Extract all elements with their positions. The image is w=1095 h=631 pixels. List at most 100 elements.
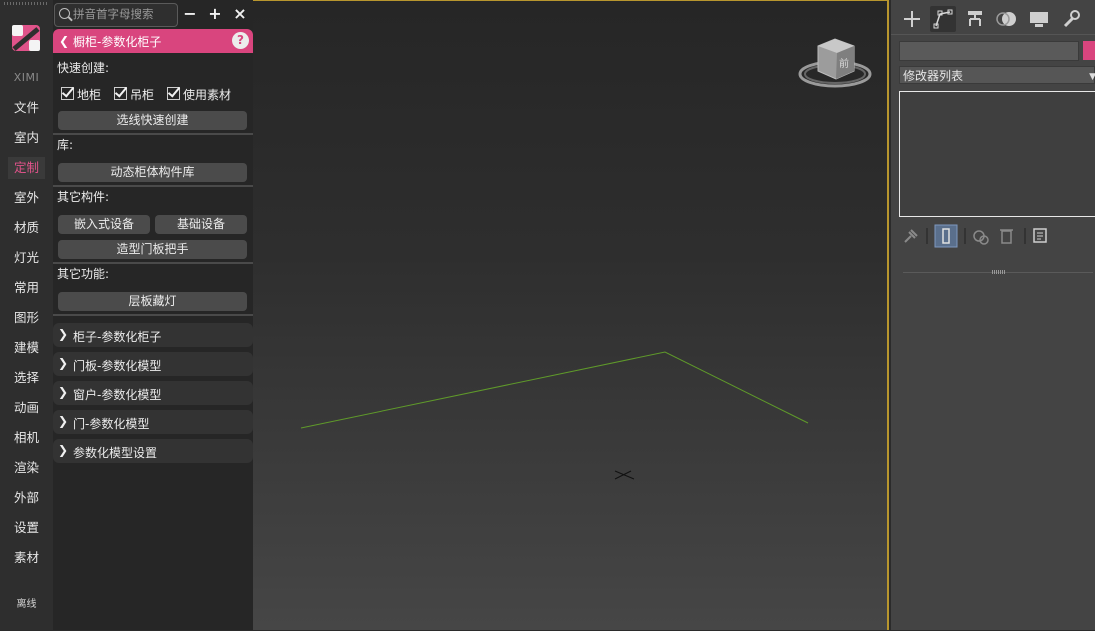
viewcube-icon[interactable]: 前 [798, 38, 872, 88]
viewport-canvas: 前 [300, 38, 872, 480]
search-row: − + × [53, 3, 253, 27]
utilities-wrench-icon[interactable] [1058, 6, 1084, 32]
nav-item[interactable]: 外部 [0, 487, 53, 517]
show-end-result-icon[interactable] [934, 224, 958, 248]
make-unique-icon[interactable] [973, 230, 989, 245]
embedded-device-button[interactable]: 嵌入式设备 [58, 215, 150, 234]
nav-item-label: 材质 [13, 220, 39, 235]
nav-item-label: 图形 [13, 310, 39, 325]
3d-viewport[interactable]: 前 [253, 0, 889, 630]
chevron-down-icon: ❮ [59, 34, 70, 48]
divider [53, 185, 253, 187]
close-panel-button[interactable]: × [230, 3, 250, 25]
nav-item[interactable]: 设置 [0, 517, 53, 547]
nav-item-label: 设置 [13, 520, 39, 535]
configure-sets-icon[interactable] [1033, 228, 1047, 243]
brand-label: XIMI [13, 71, 40, 84]
other-funcs-label: 其它功能: [57, 267, 110, 281]
nav-item-label: 文件 [13, 100, 39, 115]
spline-line [300, 351, 809, 429]
nav-item[interactable]: 相机 [0, 427, 53, 457]
nav-item[interactable]: 文件 [0, 97, 53, 127]
divider [53, 314, 253, 316]
checkbox-wall-cabinet[interactable]: 吊柜 [114, 86, 154, 104]
quick-create-button[interactable]: 选线快速创建 [58, 111, 247, 130]
modifier-list-dropdown[interactable]: 修改器列表 ▼ [899, 66, 1095, 84]
modifier-list-label: 修改器列表 [903, 69, 964, 83]
search-box[interactable] [54, 3, 178, 27]
object-name-field[interactable] [899, 41, 1079, 61]
pivot-marker-icon [614, 470, 635, 480]
section-header-cabinet[interactable]: ❮ 橱柜-参数化柜子 ? [53, 29, 253, 53]
divider [53, 262, 253, 264]
section-window[interactable]: ❯ 窗户-参数化模型 [53, 381, 253, 405]
nav-item[interactable]: 室内 [0, 127, 53, 157]
left-nav: XIMI 文件室内定制室外材质灯光常用图形建模选择动画相机 渲染外部设置素材 离线 [0, 0, 53, 630]
checkbox-icon [167, 87, 180, 100]
expand-all-button[interactable]: + [205, 3, 225, 25]
section-title: 橱柜-参数化柜子 [73, 35, 162, 49]
nav-item-label: 室外 [13, 190, 39, 205]
quick-create-label: 快速创建: [57, 61, 110, 75]
section-param-settings[interactable]: ❯ 参数化模型设置 [53, 439, 253, 463]
help-icon[interactable]: ? [232, 32, 249, 49]
checkbox-use-assets[interactable]: 使用素材 [167, 86, 231, 104]
remove-modifier-trash-icon[interactable] [1000, 229, 1013, 244]
viewcube-front-label: 前 [839, 57, 849, 70]
section-door-panel[interactable]: ❯ 门板-参数化模型 [53, 352, 253, 376]
checkbox-icon [114, 87, 127, 100]
search-icon [59, 8, 70, 19]
checkbox-label: 使用素材 [183, 88, 232, 102]
nav-grip[interactable] [4, 2, 48, 5]
nav-item[interactable]: 室外 [0, 187, 53, 217]
section-door[interactable]: ❯ 门-参数化模型 [53, 410, 253, 434]
rollout-resize-handle[interactable] [992, 270, 1006, 274]
nav-items: 文件室内定制室外材质灯光常用图形建模选择动画相机 渲染外部设置素材 [0, 97, 53, 577]
pin-stack-icon[interactable] [904, 229, 918, 243]
shelf-light-button[interactable]: 层板藏灯 [58, 292, 247, 311]
door-handle-button[interactable]: 造型门板把手 [58, 240, 247, 259]
offline-button[interactable]: 离线 [0, 595, 53, 610]
checkbox-base-cabinet[interactable]: 地柜 [61, 86, 101, 104]
command-tabs [891, 0, 1095, 35]
display-tab-icon[interactable] [1026, 6, 1052, 32]
nav-item[interactable]: 材质 [0, 217, 53, 247]
nav-item[interactable]: 素材 [0, 547, 53, 577]
section-cabinet-param[interactable]: ❯ 柜子-参数化柜子 [53, 323, 253, 347]
section-title: 门-参数化模型 [73, 417, 150, 431]
nav-item-label: 建模 [13, 340, 39, 355]
chevron-right-icon: ❯ [58, 327, 69, 341]
nav-item-label: 灯光 [13, 250, 39, 265]
nav-item[interactable]: 常用 [0, 277, 53, 307]
nav-item[interactable]: 渲染 [0, 457, 53, 487]
create-tab-plus-icon[interactable] [899, 6, 925, 32]
nav-item-label: 外部 [13, 490, 39, 505]
motion-tab-icon[interactable] [994, 6, 1020, 32]
nav-item-label: 动画 [13, 400, 39, 415]
search-input[interactable] [73, 6, 173, 22]
checkbox-label: 地柜 [77, 88, 102, 102]
command-panel: 修改器列表 ▼ [891, 0, 1095, 630]
basic-device-button[interactable]: 基础设备 [155, 215, 247, 234]
nav-item[interactable]: 建模 [0, 337, 53, 367]
nav-item-label: 定制 [7, 157, 45, 179]
dynamic-lib-button[interactable]: 动态柜体构件库 [58, 163, 247, 182]
section-title: 参数化模型设置 [73, 446, 158, 460]
collapse-all-button[interactable]: − [180, 3, 200, 25]
nav-item[interactable]: 定制 [0, 157, 53, 187]
nav-item[interactable]: 灯光 [0, 247, 53, 277]
chevron-right-icon: ❯ [58, 385, 69, 399]
hierarchy-tab-icon[interactable] [962, 6, 988, 32]
modify-tab-icon[interactable] [930, 6, 956, 32]
stack-toolbar [904, 224, 1047, 248]
nav-item[interactable]: 动画 [0, 397, 53, 427]
chevron-right-icon: ❯ [58, 443, 69, 457]
nav-item[interactable]: 选择 [0, 367, 53, 397]
library-label: 库: [57, 138, 74, 152]
object-color-swatch[interactable] [1083, 41, 1095, 60]
nav-item-label: 常用 [13, 280, 39, 295]
nav-item-label: 素材 [13, 550, 39, 565]
nav-item-label: 室内 [13, 130, 39, 145]
modifier-stack[interactable] [899, 91, 1095, 217]
nav-item[interactable]: 图形 [0, 307, 53, 337]
